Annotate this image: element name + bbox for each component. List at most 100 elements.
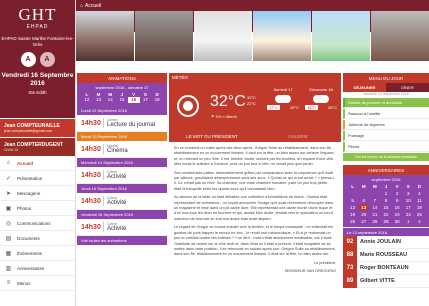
tab-dejeuner[interactable]: DÉJEUNER xyxy=(343,83,386,92)
calendar-day[interactable]: 1 xyxy=(403,218,414,225)
next-week-menu-link[interactable]: Voir les menus de la semaine prochaine xyxy=(343,153,429,161)
tab-mot-du-president[interactable]: LE MOT DU PRÉSIDENT xyxy=(169,131,255,142)
calendar-day[interactable]: 15 xyxy=(380,204,391,211)
week-calendar: septembre 2016 - semaine 37 L M M J V S … xyxy=(77,83,167,106)
calendar-day[interactable]: 6 xyxy=(358,197,369,204)
birthday-item[interactable]: 89 Gilbert VITTE xyxy=(343,274,429,288)
calendar-day[interactable]: 7 xyxy=(369,197,380,204)
nav-item-presentation[interactable]: ✓ Présentation xyxy=(0,171,75,186)
calendar-day[interactable]: 5 xyxy=(347,197,358,204)
forecast-day-1: Samedi 17 17°C 29°C xyxy=(267,87,299,111)
tab-galerie[interactable]: GALERIE xyxy=(255,131,341,142)
calendar-day[interactable]: 17 xyxy=(140,97,152,103)
weekday-header: M xyxy=(372,184,377,189)
event-item[interactable]: 14h30 Coline Activité xyxy=(77,219,167,236)
calendar-day[interactable]: 10 xyxy=(403,197,414,204)
calendar-day[interactable]: 8 xyxy=(380,197,391,204)
calendar-day[interactable]: 11 xyxy=(414,197,425,204)
nav-label: Accueil xyxy=(17,160,34,166)
calendar-day[interactable]: 13 xyxy=(93,97,105,103)
forecast-high: 26°C xyxy=(328,105,337,110)
calendar-day[interactable]: 27 xyxy=(358,218,369,225)
calendar-day[interactable]: 20 xyxy=(358,211,369,218)
calendar-day[interactable]: 2 xyxy=(414,218,425,225)
calendar-day[interactable]: 16 xyxy=(392,204,403,211)
article-paragraph: Ses nombreuses pattes, lamentablement gr… xyxy=(174,170,335,191)
birthday-calendar: septembre 2016 L M M J V S D 1 2 3 4 5 6 7 8 9 10 11 12 13 1… xyxy=(343,175,429,227)
photo-banner-image xyxy=(135,11,193,61)
event-item[interactable]: 14h30 Coline Activité xyxy=(77,167,167,184)
forecast-low: 17°C xyxy=(267,105,280,110)
calendar-day[interactable]: 14 xyxy=(369,204,380,211)
nav-item-anniversaires[interactable]: ▥ Anniversaires xyxy=(0,261,75,276)
sidebar: GHT EHPAD EHPAD Sainte Marthe Fontaine-l… xyxy=(0,0,76,306)
calendar-day[interactable]: 14 xyxy=(104,97,116,103)
calendar-day[interactable] xyxy=(347,190,358,197)
forecast-high: 29°C xyxy=(290,105,299,110)
event-item[interactable]: 14h30 Hôpital Cinéma xyxy=(77,141,167,158)
event-item[interactable]: 14h30 Centre Lecture du journal xyxy=(77,115,167,132)
day-header: Vendredi 16 Septembre 2016 xyxy=(77,210,167,219)
sun-icon xyxy=(177,95,199,117)
calendar-icon: ▦ xyxy=(5,250,12,257)
event-item[interactable]: 14h30 Coline Activité xyxy=(77,193,167,210)
font-size-controls: A A xyxy=(0,52,75,67)
calendar-day[interactable]: 28 xyxy=(369,218,380,225)
tab-diner[interactable]: DÎNER xyxy=(386,83,429,92)
calendar-day[interactable]: 19 xyxy=(347,211,358,218)
photo-banner-image xyxy=(312,11,370,61)
calendar-day[interactable] xyxy=(358,190,369,197)
nav-item-photos[interactable]: ▣ Photos xyxy=(0,201,75,216)
calendar-day[interactable]: 30 xyxy=(392,218,403,225)
birthday-item[interactable]: 88 Marie ROUSSEAU xyxy=(343,248,429,262)
birthday-item[interactable]: 73 Roger BONTEAUN xyxy=(343,261,429,275)
calendar-day[interactable]: 18 xyxy=(414,204,425,211)
nav-item-evenements[interactable]: ▦ Événements xyxy=(0,246,75,261)
forecast-day: Samedi 17 xyxy=(273,87,293,92)
user-box-resident[interactable]: Jean COMPTERDUGENT Ch/Lit 13 xyxy=(0,137,75,156)
dish-item: Salade de pomme et andouille xyxy=(343,98,429,108)
nav-item-messagerie[interactable]: ➤ Messagerie xyxy=(0,186,75,201)
birthday-age: 88 xyxy=(343,248,357,262)
user-box-primary[interactable]: Jean COMPTEURAILLE jean.compteuraille@gm… xyxy=(0,118,75,137)
weekday-header: V xyxy=(395,184,399,189)
calendar-day[interactable]: 9 xyxy=(392,197,403,204)
article-paragraph: Au-dessus de la table où était déballée … xyxy=(174,195,334,221)
nav-item-communications[interactable]: ◎ Communications xyxy=(0,216,75,231)
calendar-day-highlight[interactable]: 13 xyxy=(358,204,370,211)
calendar-day[interactable]: 21 xyxy=(369,211,380,218)
calendar-day[interactable]: 23 xyxy=(392,211,403,218)
logo[interactable]: GHT xyxy=(0,6,75,24)
calendar-day-today[interactable]: 16 xyxy=(127,97,140,103)
globe-icon: ◎ xyxy=(5,220,12,227)
calendar-day[interactable]: 29 xyxy=(380,218,391,225)
nav-label: Événements xyxy=(17,250,43,256)
week-table: L M M J V S D 12 13 14 15 16 17 18 xyxy=(81,91,163,103)
nav-item-documents[interactable]: ▤ Documents xyxy=(0,231,75,246)
all-animations-link[interactable]: Voir toutes les animations xyxy=(77,236,167,245)
calendar-day[interactable]: 25 xyxy=(414,211,425,218)
calendar-day[interactable]: 4 xyxy=(414,190,425,197)
calendar-day[interactable]: 12 xyxy=(347,204,358,211)
font-decrease-button[interactable]: A xyxy=(20,52,36,67)
calendar-day[interactable]: 2 xyxy=(392,190,403,197)
birthday-item[interactable]: 92 Annie JOULAIN xyxy=(343,235,429,249)
home-breadcrumb[interactable]: ⌂ Accueil xyxy=(80,3,101,9)
calendar-day[interactable] xyxy=(369,190,380,197)
calendar-day[interactable]: 22 xyxy=(380,211,391,218)
font-increase-button[interactable]: A xyxy=(39,52,55,67)
article-signature-name: MONSIEUR VAN GREGORIO xyxy=(285,269,336,274)
calendar-day[interactable]: 26 xyxy=(347,218,358,225)
calendar-day[interactable]: 18 xyxy=(151,97,163,103)
birthday-table: L M M J V S D 1 2 3 4 5 6 7 8 9 10 11 12 13 14 15 16 17 18 19 20 21… xyxy=(347,183,425,225)
calendar-day[interactable]: 17 xyxy=(403,204,414,211)
nav-item-menus[interactable]: ≡ Menus xyxy=(0,276,75,291)
calendar-day[interactable]: 12 xyxy=(81,97,93,103)
calendar-day[interactable]: 15 xyxy=(116,97,128,103)
nav-item-accueil[interactable]: ⌂ Accueil xyxy=(0,156,75,171)
event-time: 14h30 xyxy=(81,119,101,127)
calendar-day[interactable]: 1 xyxy=(380,190,391,197)
event-name: Cinéma xyxy=(107,148,128,154)
calendar-day[interactable]: 24 xyxy=(403,211,414,218)
calendar-day[interactable]: 3 xyxy=(403,190,414,197)
